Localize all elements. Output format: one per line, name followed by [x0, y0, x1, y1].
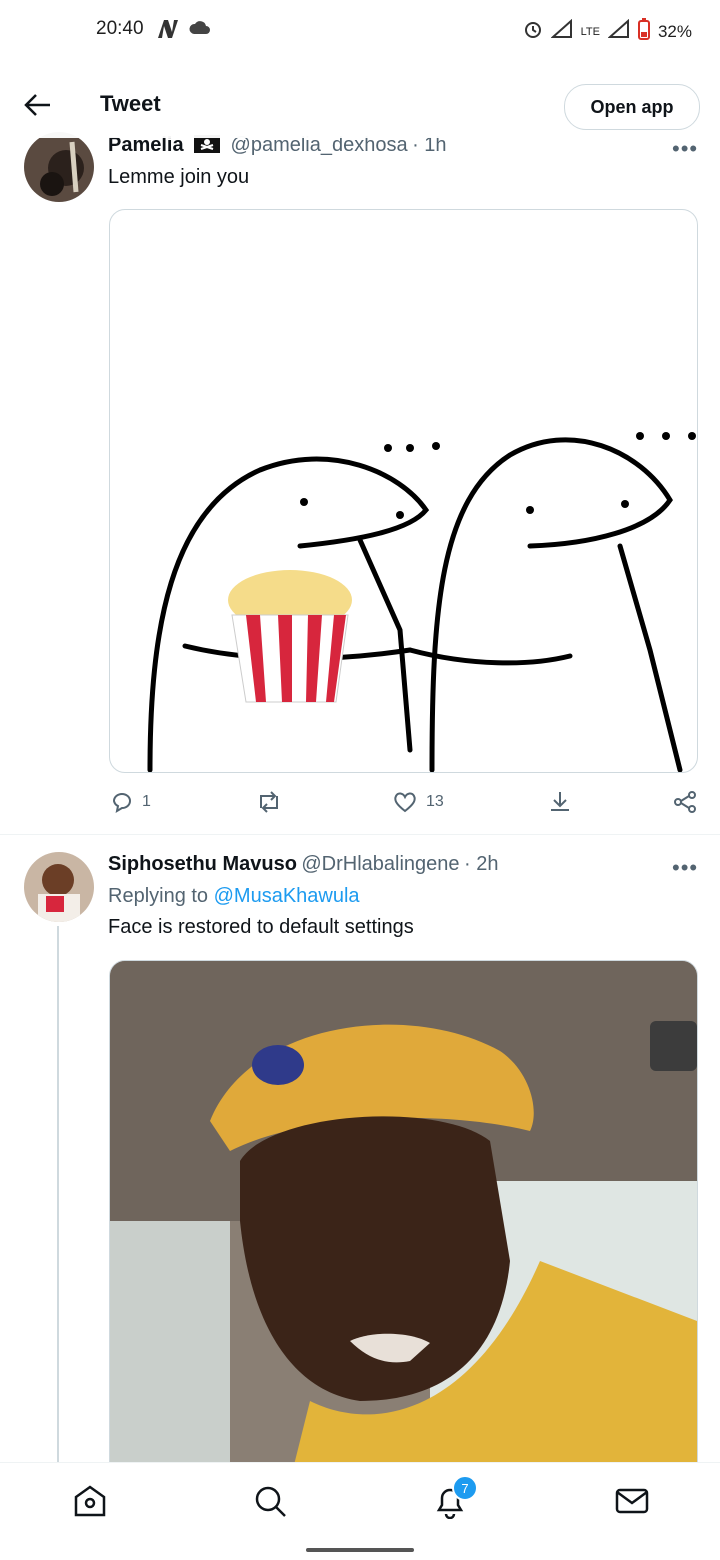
battery-icon: [637, 18, 650, 45]
display-name[interactable]: Siphosethu Mavuso: [108, 853, 297, 875]
tweet-header: Siphosethu Mavuso @DrHlabalingene · 2h: [108, 853, 668, 879]
signal-icon: [549, 18, 573, 44]
search-icon[interactable]: [252, 1483, 288, 1519]
avatar[interactable]: [24, 852, 94, 922]
replying-to: Replying to @MusaKhawula: [108, 885, 360, 908]
more-options-icon[interactable]: •••: [672, 136, 698, 162]
page-title: Tweet: [100, 91, 161, 116]
notifications-badge: 7: [452, 1475, 478, 1501]
avatar[interactable]: [24, 132, 94, 202]
tweet-divider: [0, 834, 720, 835]
status-time: 20:40: [96, 18, 144, 39]
retweet-icon: [260, 791, 278, 813]
thread-line: [57, 926, 59, 1462]
tweet-actions: 1 13: [110, 788, 696, 818]
gesture-home-bar[interactable]: [306, 1548, 414, 1552]
reply-button[interactable]: 1: [110, 790, 151, 814]
like-count: 13: [426, 793, 444, 810]
replying-to-link[interactable]: @MusaKhawula: [214, 885, 360, 907]
home-icon[interactable]: [72, 1483, 108, 1519]
top-header: Tweet Open app: [0, 72, 720, 138]
signal-icon-2: [607, 18, 630, 44]
share-button[interactable]: [672, 790, 698, 814]
tweet-text: Face is restored to default settings: [108, 916, 414, 938]
tweet-media-image[interactable]: [109, 960, 698, 1482]
status-bar: 20:40 LTE 32%: [0, 0, 720, 60]
retweet-button[interactable]: [256, 790, 290, 814]
bottom-nav: 7: [0, 1462, 720, 1539]
alarm-icon: [523, 19, 543, 44]
battery-level: 32%: [657, 21, 692, 41]
download-icon: [551, 792, 569, 811]
more-options-icon[interactable]: •••: [672, 855, 698, 881]
tweet-media-image[interactable]: [109, 209, 698, 773]
tweet-time: · 2h: [463, 853, 499, 875]
reply-count: 1: [142, 793, 151, 810]
back-arrow-icon[interactable]: [22, 92, 54, 118]
cloud-icon: [188, 20, 212, 41]
pirate-flag-icon: [194, 135, 221, 158]
handle[interactable]: @DrHlabalingene: [301, 853, 459, 875]
reply-icon: [112, 793, 131, 814]
like-button[interactable]: 13: [392, 790, 444, 814]
messages-mail-icon[interactable]: [614, 1483, 650, 1519]
open-app-button[interactable]: Open app: [564, 84, 700, 130]
replying-prefix: Replying to: [108, 885, 209, 907]
netflix-notification-icon: [156, 18, 180, 45]
status-right: LTE 32%: [523, 18, 692, 45]
heart-icon: [394, 792, 416, 813]
tweet-text: Lemme join you: [108, 166, 250, 188]
download-button[interactable]: [548, 790, 572, 814]
share-icon: [674, 791, 696, 813]
network-type: LTE: [580, 25, 600, 38]
